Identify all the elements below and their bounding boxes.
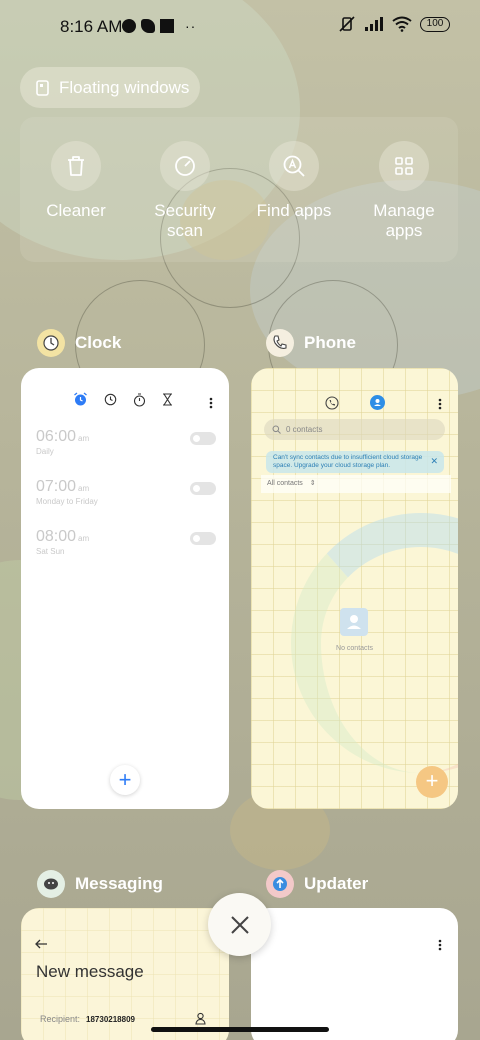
more-options-icon[interactable]: [438, 938, 442, 956]
contacts-search-input[interactable]: 0 contacts: [264, 419, 445, 440]
empty-contacts-icon: [340, 608, 368, 636]
alarm-toggle[interactable]: [190, 432, 216, 445]
sync-warning-banner[interactable]: Can't sync contacts due to insufficient …: [266, 451, 444, 473]
alarm-ampm: am: [78, 484, 90, 493]
filter-label: All contacts: [267, 480, 303, 487]
gesture-home-bar[interactable]: [151, 1027, 329, 1032]
more-dots-icon: ··: [185, 18, 197, 34]
timer-tab-icon[interactable]: [162, 393, 173, 406]
signal-icon: [365, 17, 383, 31]
phone-app-name: Phone: [304, 333, 356, 352]
empty-state-text: No contacts: [336, 645, 373, 652]
clock-app-icon: [37, 329, 65, 357]
sort-arrows-icon: ⇕: [309, 480, 316, 487]
clock-tabs: [73, 392, 173, 407]
clock-app-header[interactable]: Clock: [37, 329, 121, 357]
find-apps-label: Find apps: [256, 201, 332, 220]
security-scan-button[interactable]: Security scan: [130, 141, 240, 241]
floating-window-icon: [36, 79, 49, 96]
back-arrow-icon[interactable]: [35, 936, 48, 954]
cleaner-label: Cleaner: [46, 201, 106, 220]
app-notification-icon: [141, 19, 155, 33]
recipient-field[interactable]: Recipient: 18730218809: [40, 1014, 135, 1024]
close-icon: [230, 915, 249, 934]
alarm-item[interactable]: 07:00 am Monday to Friday: [36, 478, 216, 506]
status-time: 8:16 AM: [60, 17, 123, 36]
more-options-icon[interactable]: [438, 397, 442, 415]
alarm-repeat: Sat Sun: [36, 547, 65, 556]
contacts-tab-icon[interactable]: [370, 395, 385, 410]
messaging-app-header[interactable]: Messaging: [37, 870, 163, 898]
alarm-time: 08:00: [36, 528, 77, 545]
system-icons: 100: [338, 16, 450, 32]
vibrate-mute-icon: [339, 16, 355, 32]
sync-warning-text: Can't sync contacts due to insufficient …: [273, 454, 423, 469]
alarm-repeat: Daily: [36, 447, 54, 456]
clock-tab-icon[interactable]: [104, 393, 117, 406]
messaging-app-icon: [37, 870, 65, 898]
trash-icon: [51, 141, 101, 191]
find-apps-icon: [269, 141, 319, 191]
recipient-label: Recipient:: [40, 1014, 81, 1024]
alarm-ampm: am: [78, 534, 90, 543]
phone-app-card[interactable]: 0 contacts Can't sync contacts due to in…: [251, 368, 458, 809]
updater-app-name: Updater: [304, 874, 369, 893]
messaging-app-card[interactable]: New message Recipient: 18730218809: [21, 908, 229, 1040]
floating-windows-button[interactable]: Floating windows: [20, 67, 200, 108]
recipient-value: 18730218809: [86, 1015, 135, 1024]
grid-icon: [379, 141, 429, 191]
security-scan-label: Security scan: [154, 201, 216, 240]
wifi-icon: [392, 16, 412, 32]
clock-app-name: Clock: [75, 333, 122, 352]
more-options-icon[interactable]: [209, 396, 213, 414]
manage-apps-button[interactable]: Manage apps: [349, 141, 459, 241]
notification-icons: ··: [122, 18, 196, 34]
clear-all-button[interactable]: [208, 893, 271, 956]
alarm-tab-icon[interactable]: [73, 392, 88, 407]
alarm-time: 07:00: [36, 478, 77, 495]
alarm-toggle[interactable]: [190, 482, 216, 495]
status-bar: 8:16 AM ·· 100: [0, 0, 480, 56]
updater-app-header[interactable]: Updater: [266, 870, 368, 898]
find-apps-button[interactable]: Find apps: [239, 141, 349, 221]
app-notification-icon: [160, 19, 174, 33]
alarm-item[interactable]: 06:00 am Daily: [36, 428, 216, 456]
alarm-toggle[interactable]: [190, 532, 216, 545]
messaging-app-name: Messaging: [75, 874, 163, 893]
phone-app-header[interactable]: Phone: [266, 329, 356, 357]
updater-app-icon: [266, 870, 294, 898]
cleaner-button[interactable]: Cleaner: [21, 141, 131, 221]
floating-windows-label: Floating windows: [59, 77, 190, 97]
updater-app-card[interactable]: [251, 908, 458, 1040]
add-contact-button[interactable]: +: [416, 766, 448, 798]
stopwatch-tab-icon[interactable]: [133, 392, 146, 407]
alarm-ampm: am: [78, 434, 90, 443]
close-icon[interactable]: ✕: [430, 457, 438, 466]
search-icon: [272, 425, 281, 434]
phone-app-icon: [266, 329, 294, 357]
contacts-filter-dropdown[interactable]: All contacts ⇕: [261, 475, 451, 493]
search-placeholder: 0 contacts: [286, 425, 323, 434]
alarm-item[interactable]: 08:00 am Sat Sun: [36, 528, 216, 556]
security-scan-icon: [160, 141, 210, 191]
alarm-repeat: Monday to Friday: [36, 497, 98, 506]
alarm-time: 06:00: [36, 428, 77, 445]
clock-app-card[interactable]: 06:00 am Daily 07:00 am Monday to Friday 0…: [21, 368, 229, 809]
add-alarm-button[interactable]: +: [110, 765, 140, 795]
battery-indicator: 100: [420, 16, 450, 32]
calls-tab-icon[interactable]: [325, 396, 339, 415]
new-message-title: New message: [36, 962, 144, 981]
manage-apps-label: Manage apps: [373, 201, 435, 240]
app-notification-icon: [122, 19, 136, 33]
